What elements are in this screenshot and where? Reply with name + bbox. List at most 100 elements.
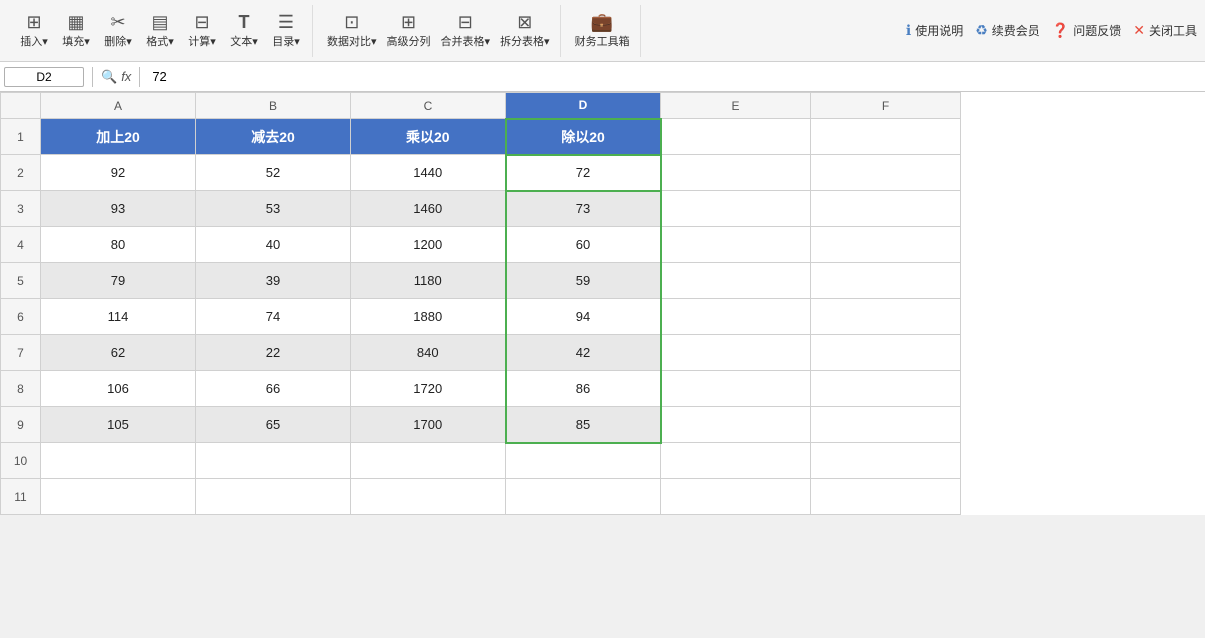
cell-C5[interactable]: 1180 xyxy=(351,263,506,299)
cell-E3[interactable] xyxy=(661,191,811,227)
cell-A6[interactable]: 114 xyxy=(41,299,196,335)
cell-B9[interactable]: 65 xyxy=(196,407,351,443)
cell-A11[interactable] xyxy=(41,479,196,515)
data-row: 8 106 66 1720 86 xyxy=(1,371,961,407)
merge-table-icon: ⊟ xyxy=(458,13,473,31)
cell-D11[interactable] xyxy=(506,479,661,515)
col-header-E[interactable]: E xyxy=(661,93,811,119)
cell-C6[interactable]: 1880 xyxy=(351,299,506,335)
cell-F4[interactable] xyxy=(811,227,961,263)
cell-A1[interactable]: 加上20 xyxy=(41,119,196,155)
text-btn[interactable]: T 文本▾ xyxy=(224,11,264,51)
cell-C3[interactable]: 1460 xyxy=(351,191,506,227)
cell-D9[interactable]: 85 xyxy=(506,407,661,443)
col-header-C[interactable]: C xyxy=(351,93,506,119)
cell-D1[interactable]: 除以20 xyxy=(506,119,661,155)
fill-btn[interactable]: ▦ 填充▾ xyxy=(56,11,96,51)
cell-B10[interactable] xyxy=(196,443,351,479)
delete-icon: ✂ xyxy=(110,13,125,31)
col-header-D[interactable]: D xyxy=(506,93,661,119)
cell-C2[interactable]: 1440 xyxy=(351,155,506,191)
cell-D2[interactable]: 72 xyxy=(506,155,661,191)
cell-E8[interactable] xyxy=(661,371,811,407)
cell-E9[interactable] xyxy=(661,407,811,443)
col-header-A[interactable]: A xyxy=(41,93,196,119)
cell-C10[interactable] xyxy=(351,443,506,479)
cell-B4[interactable]: 40 xyxy=(196,227,351,263)
cell-C9[interactable]: 1700 xyxy=(351,407,506,443)
cell-E11[interactable] xyxy=(661,479,811,515)
cell-F6[interactable] xyxy=(811,299,961,335)
delete-label: 删除▾ xyxy=(104,33,132,49)
col-header-B[interactable]: B xyxy=(196,93,351,119)
cell-A2[interactable]: 92 xyxy=(41,155,196,191)
cell-A9[interactable]: 105 xyxy=(41,407,196,443)
cell-A4[interactable]: 80 xyxy=(41,227,196,263)
cell-B6[interactable]: 74 xyxy=(196,299,351,335)
cell-D8[interactable]: 86 xyxy=(506,371,661,407)
delete-btn[interactable]: ✂ 删除▾ xyxy=(98,11,138,51)
cell-F2[interactable] xyxy=(811,155,961,191)
close-tools-btn[interactable]: ✕ 关闭工具 xyxy=(1133,22,1197,39)
cell-C8[interactable]: 1720 xyxy=(351,371,506,407)
column-header-row: A B C D E F xyxy=(1,93,961,119)
cell-B7[interactable]: 22 xyxy=(196,335,351,371)
cell-E1[interactable] xyxy=(661,119,811,155)
feedback-btn[interactable]: ❓ 问题反馈 xyxy=(1052,22,1121,39)
cell-F1[interactable] xyxy=(811,119,961,155)
cell-B11[interactable] xyxy=(196,479,351,515)
cell-B1[interactable]: 减去20 xyxy=(196,119,351,155)
cell-B8[interactable]: 66 xyxy=(196,371,351,407)
cell-C1[interactable]: 乘以20 xyxy=(351,119,506,155)
cell-D7[interactable]: 42 xyxy=(506,335,661,371)
cell-A10[interactable] xyxy=(41,443,196,479)
row-num-5: 5 xyxy=(1,263,41,299)
cell-F5[interactable] xyxy=(811,263,961,299)
toc-btn[interactable]: ☰ 目录▾ xyxy=(266,11,306,51)
cell-E4[interactable] xyxy=(661,227,811,263)
col-header-F[interactable]: F xyxy=(811,93,961,119)
format-btn[interactable]: ▤ 格式▾ xyxy=(140,11,180,51)
calc-btn[interactable]: ⊟ 计算▾ xyxy=(182,11,222,51)
merge-table-btn[interactable]: ⊟ 合并表格▾ xyxy=(437,11,495,51)
cell-B2[interactable]: 52 xyxy=(196,155,351,191)
help-btn[interactable]: ℹ 使用说明 xyxy=(906,22,963,39)
cell-E5[interactable] xyxy=(661,263,811,299)
cell-D3[interactable]: 73 xyxy=(506,191,661,227)
split-table-btn[interactable]: ⊠ 拆分表格▾ xyxy=(496,11,554,51)
cell-D5[interactable]: 59 xyxy=(506,263,661,299)
cell-E2[interactable] xyxy=(661,155,811,191)
cell-A5[interactable]: 79 xyxy=(41,263,196,299)
cell-D10[interactable] xyxy=(506,443,661,479)
renew-btn[interactable]: ♻ 续费会员 xyxy=(975,22,1040,39)
cell-D4[interactable]: 60 xyxy=(506,227,661,263)
cell-A3[interactable]: 93 xyxy=(41,191,196,227)
cell-A8[interactable]: 106 xyxy=(41,371,196,407)
finance-btn[interactable]: 💼 财务工具箱 xyxy=(571,11,634,51)
cell-C11[interactable] xyxy=(351,479,506,515)
cell-F3[interactable] xyxy=(811,191,961,227)
cell-E10[interactable] xyxy=(661,443,811,479)
data-row: 4 80 40 1200 60 xyxy=(1,227,961,263)
cell-B5[interactable]: 39 xyxy=(196,263,351,299)
cell-C4[interactable]: 1200 xyxy=(351,227,506,263)
cell-E7[interactable] xyxy=(661,335,811,371)
cell-D6[interactable]: 94 xyxy=(506,299,661,335)
formula-input[interactable] xyxy=(148,67,1201,86)
cell-C7[interactable]: 840 xyxy=(351,335,506,371)
compare-btn[interactable]: ⊡ 数据对比▾ xyxy=(323,11,381,51)
split-col-label: 高级分列 xyxy=(387,33,431,49)
cell-F9[interactable] xyxy=(811,407,961,443)
split-col-btn[interactable]: ⊞ 高级分列 xyxy=(383,11,435,51)
data-row: 3 93 53 1460 73 xyxy=(1,191,961,227)
cell-F7[interactable] xyxy=(811,335,961,371)
cell-E6[interactable] xyxy=(661,299,811,335)
cell-F11[interactable] xyxy=(811,479,961,515)
cell-A7[interactable]: 62 xyxy=(41,335,196,371)
cell-B3[interactable]: 53 xyxy=(196,191,351,227)
cell-reference[interactable] xyxy=(4,67,84,87)
cell-F8[interactable] xyxy=(811,371,961,407)
close-tools-icon: ✕ xyxy=(1133,22,1145,39)
cell-F10[interactable] xyxy=(811,443,961,479)
insert-btn[interactable]: ⊞ 插入▾ xyxy=(14,11,54,51)
